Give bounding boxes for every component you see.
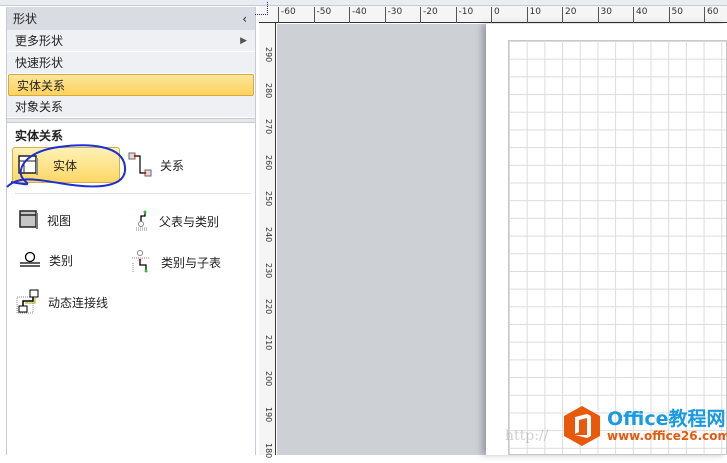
ruler-tick-label: 250 [264,191,273,207]
chevron-right-icon: ▶ [240,35,247,46]
shape-view[interactable]: 视图 [19,210,71,230]
ruler-tick-label: 180 [264,443,273,459]
chevron-left-icon[interactable]: ‹ [242,12,247,26]
ruler-tick-label: 260 [264,155,273,171]
annotation-circle [6,144,127,188]
menu-object-relationship[interactable]: 对象关系 [7,96,255,118]
ruler-tick-label: -20 [420,7,438,23]
view-icon [19,210,38,229]
page-grid [508,40,727,455]
ruler-tick-label: -60 [278,7,296,23]
ruler-tick-label: 230 [264,263,273,279]
office26-logo: Office教程网 www.office26.com [563,405,727,447]
brand-url: www.office26.com [607,429,727,443]
ruler-tick-label: -50 [313,7,331,23]
ruler-tick-label: 30 [597,7,612,23]
menu-more-shapes[interactable]: 更多形状 ▶ [7,30,255,52]
ruler-tick-label: -30 [384,7,402,23]
watermark-text: http:// [505,428,549,444]
ruler-tick-label: 190 [264,407,273,423]
shape-label: 类别与子表 [161,255,222,270]
shape-parent-category[interactable]: 父表与类别 [135,210,219,232]
shapes-panel-header: 形状 ‹ [7,7,255,30]
drawing-page[interactable] [486,24,727,455]
ruler-tick-label: 280 [264,83,273,99]
shape-dynamic-connector[interactable]: 动态连接线 [16,289,108,315]
shape-category-child[interactable]: 类别与子表 [131,250,221,274]
menu-entity-relationship[interactable]: 实体关系 [8,74,254,96]
shapes-panel: 形状 ‹ 更多形状 ▶ 快速形状 实体关系 对象关系 实体关系 实体 关系 视图 … [6,7,256,455]
menu-quick-shapes[interactable]: 快速形状 [7,52,255,74]
shape-label: 类别 [49,253,74,268]
shape-label: 动态连接线 [48,295,109,310]
divider [15,193,251,194]
shape-label: 关系 [160,158,185,173]
parent-category-icon [136,210,147,231]
ruler-tick-label: 0 [491,7,500,23]
ruler-tick-label: 240 [264,227,273,243]
ruler-tick-label: 210 [264,335,273,351]
ruler-tick-label: -10 [455,7,473,23]
ruler-tick-label: 290 [264,47,273,63]
office-logo-icon [564,406,600,446]
category-child-icon [132,250,149,273]
menu-label: 对象关系 [15,100,64,114]
ruler-tick-label: 60 [704,7,718,23]
ruler-tick-label: 270 [264,119,273,135]
shape-category[interactable]: 类别 [19,251,73,269]
drawing-canvas[interactable] [277,24,727,455]
ruler-tick-label: 10 [526,7,541,23]
ruler-tick-label: 50 [668,7,683,23]
menu-label: 快速形状 [15,56,64,70]
ruler-tick-label: 40 [633,7,647,23]
ruler-tick-label: 200 [264,371,273,387]
brand-name: Office教程网 [607,408,726,430]
shape-label: 视图 [47,213,72,228]
vertical-ruler: 290 280 270 260 250 240 230 220 210 200 190 180 [259,23,276,458]
menu-label: 实体关系 [17,78,66,93]
category-icon [20,251,40,267]
ruler-tick-label: -40 [349,7,367,23]
ruler-origin-icon [255,2,268,15]
horizontal-ruler: -60 -50 -40 -30 -20 -10 0 10 20 30 40 50 60 [255,2,727,23]
dynamic-connector-icon [16,289,39,314]
ruler-tick-label: 20 [562,7,576,23]
ruler-tick-label: 220 [264,299,273,315]
shape-label: 父表与类别 [159,214,220,229]
menu-label: 更多形状 [15,34,64,48]
panel-title: 形状 [13,12,38,26]
